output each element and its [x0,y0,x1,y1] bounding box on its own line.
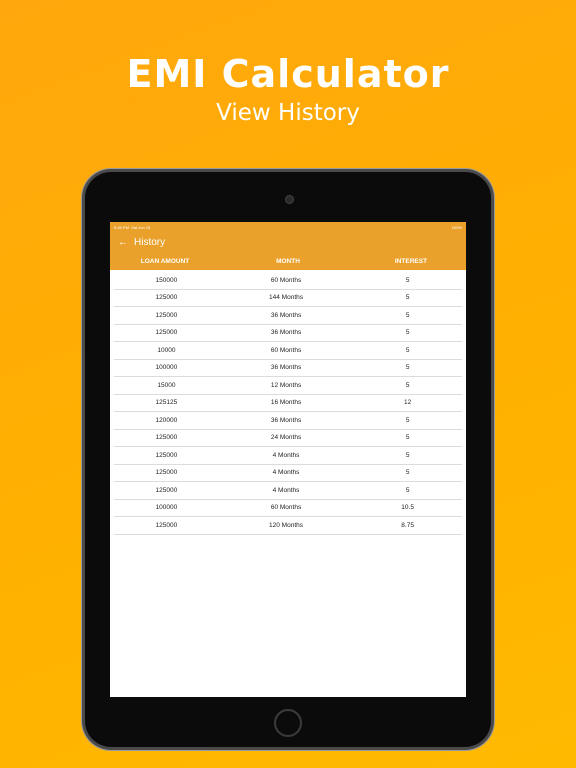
status-time: 5:45 PM Sat Jun 15 [114,224,151,230]
interest-cell: 5 [405,294,410,302]
header-interest: INTEREST [394,258,428,265]
table-row[interactable]: 100000 60 Months 10.5 [114,500,462,517]
loan-amount-cell: 125125 [155,399,178,407]
month-cell: 60 Months [270,504,302,512]
month-cell: 24 Months [270,434,302,442]
interest-cell: 5 [405,276,410,284]
table-row[interactable]: 125000 36 Months 5 [114,307,462,325]
table-row[interactable]: 125000 144 Months 5 [114,290,462,307]
app-bar: ← History [110,232,466,253]
loan-amount-cell: 150000 [155,276,178,284]
table-row[interactable]: 120000 36 Months 5 [114,412,462,430]
interest-cell: 5 [405,381,410,389]
month-cell: 120 Months [269,521,303,529]
interest-cell: 5 [405,486,410,494]
table-row[interactable]: 125000 4 Months 5 [114,447,462,465]
loan-amount-cell: 100000 [155,504,178,512]
interest-cell: 10.5 [401,504,414,512]
interest-cell: 5 [405,346,410,354]
camera-icon [285,195,294,204]
table-row[interactable]: 10000 60 Months 5 [114,342,462,360]
loan-amount-cell: 125000 [155,434,178,442]
loan-amount-cell: 125000 [155,486,178,494]
history-list: 150000 60 Months 5 125000 144 Months 5 12500… [110,270,466,537]
loan-amount-cell: 125000 [155,469,178,477]
table-row[interactable]: 125000 4 Months 5 [114,482,462,500]
month-cell: 36 Months [270,311,302,319]
table-row[interactable]: 125000 36 Months 5 [114,325,462,342]
interest-cell: 5 [405,416,410,424]
loan-amount-cell: 125000 [155,451,178,459]
interest-cell: 12 [404,399,412,407]
back-arrow-icon[interactable]: ← [118,237,132,248]
table-row[interactable]: 15000 12 Months 5 [114,377,462,395]
month-cell: 4 Months [272,469,300,477]
table-row[interactable]: 125125 16 Months 12 [114,395,462,412]
interest-cell: 5 [405,364,410,372]
month-cell: 4 Months [272,486,300,494]
month-cell: 60 Months [270,346,302,354]
app-screen: 5:45 PM Sat Jun 15 100% ← History LOAN A… [110,222,466,697]
loan-amount-cell: 125000 [155,311,178,319]
table-row[interactable]: 125000 4 Months 5 [114,465,462,482]
table-row[interactable]: 125000 24 Months 5 [114,430,462,447]
month-cell: 4 Months [272,451,300,459]
status-bar: 5:45 PM Sat Jun 15 100% [110,222,466,232]
home-button[interactable] [274,709,302,737]
promo-subtitle: View History [216,100,360,126]
interest-cell: 5 [405,329,410,337]
loan-amount-cell: 120000 [155,416,178,424]
table-row[interactable]: 100000 36 Months 5 [114,360,462,377]
loan-amount-cell: 125000 [155,329,178,337]
interest-cell: 5 [405,469,410,477]
month-cell: 12 Months [270,381,302,389]
interest-cell: 5 [405,434,410,442]
loan-amount-cell: 125000 [155,521,178,529]
month-cell: 60 Months [270,276,302,284]
table-header: LOAN AMOUNT MONTH INTEREST [110,253,466,270]
interest-cell: 8.75 [401,521,414,529]
month-cell: 36 Months [270,329,302,337]
battery-indicator: 100% [451,224,462,230]
interest-cell: 5 [405,451,410,459]
header-month: MONTH [276,258,300,265]
loan-amount-cell: 15000 [157,381,176,389]
loan-amount-cell: 125000 [155,294,178,302]
month-cell: 144 Months [269,294,303,302]
month-cell: 36 Months [270,416,302,424]
loan-amount-cell: 10000 [157,346,176,354]
promo-title: EMI Calculator [126,52,450,96]
page-title: History [134,237,166,248]
table-row[interactable]: 125000 120 Months 8.75 [114,517,462,535]
month-cell: 16 Months [270,399,302,407]
header-loan-amount: LOAN AMOUNT [140,258,190,265]
interest-cell: 5 [405,311,410,319]
table-row[interactable]: 150000 60 Months 5 [114,272,462,290]
tablet-frame: 5:45 PM Sat Jun 15 100% ← History LOAN A… [85,172,491,747]
month-cell: 36 Months [270,364,302,372]
loan-amount-cell: 100000 [155,364,178,372]
